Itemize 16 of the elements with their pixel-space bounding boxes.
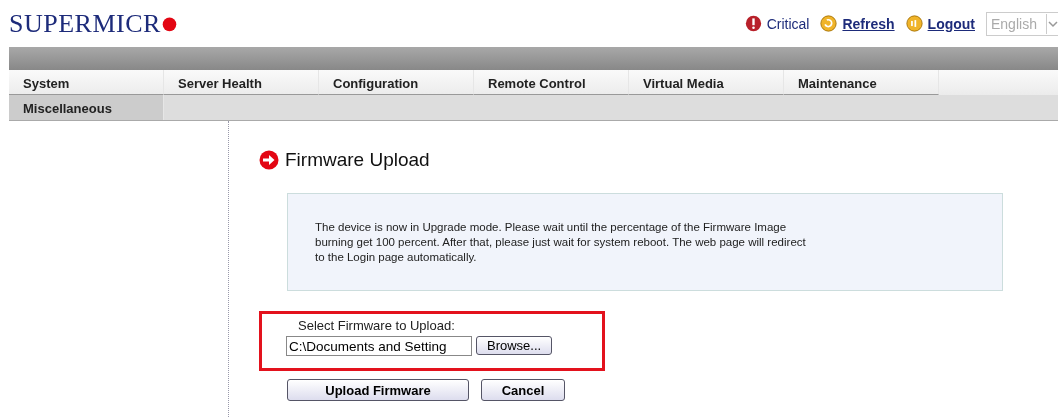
page-title: Firmware Upload: [285, 149, 430, 171]
caret-icon: [1046, 13, 1058, 34]
header-link[interactable]: Refresh: [842, 15, 895, 32]
file-path-field[interactable]: C:\Documents and Setting: [286, 336, 472, 356]
form-button[interactable]: Cancel: [481, 379, 565, 401]
form-button[interactable]: Upload Firmware: [287, 379, 469, 401]
browse-button[interactable]: Browse...: [476, 336, 553, 355]
logo: SUPERMICR: [9, 8, 178, 39]
logout-icon[interactable]: [905, 15, 923, 32]
notice-text: The device is now in Upgrade mode. Please wait until the percentage of the Firmware Image burning get 100 percent. After that, please just wait for system reboot. The web page will redirect to the Login page automatically.: [315, 219, 807, 265]
refresh-icon[interactable]: [820, 15, 838, 32]
header-link[interactable]: Logout: [927, 15, 975, 32]
alert-icon: [744, 15, 762, 32]
field-label: Select Firmware to Upload:: [297, 318, 456, 333]
menu-item[interactable]: Miscellaneous: [9, 95, 164, 120]
status-text: Critical: [766, 15, 810, 32]
